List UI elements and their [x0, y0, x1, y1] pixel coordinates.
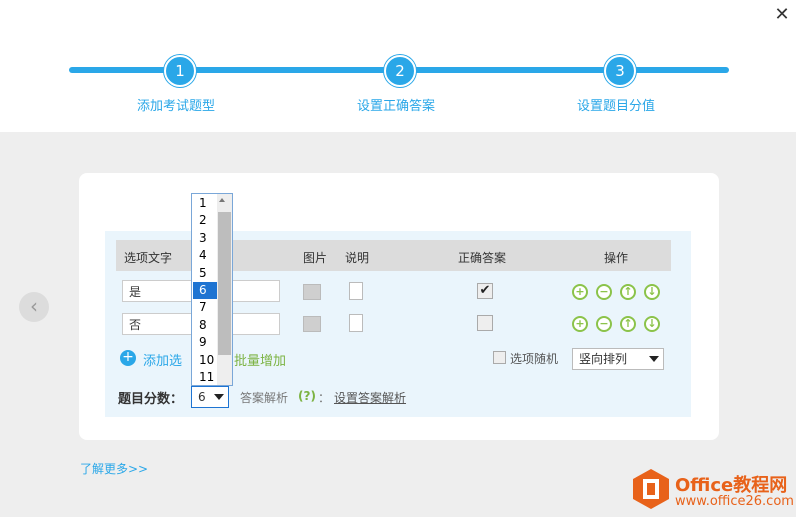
move-up-icon[interactable]: ↑ — [620, 284, 636, 300]
score-select-value: 6 — [198, 390, 206, 404]
random-label: 选项随机 — [510, 352, 559, 366]
batch-add-link[interactable]: 批量增加 — [234, 350, 286, 369]
help-icon[interactable]: (?) — [298, 389, 316, 403]
dropdown-option[interactable]: 2 — [193, 212, 217, 229]
dropdown-option[interactable]: 8 — [193, 317, 217, 334]
plus-circle-icon[interactable]: + — [120, 350, 136, 366]
image-icon[interactable] — [303, 316, 321, 332]
correct-checkbox-2[interactable] — [477, 315, 493, 331]
scroll-up-icon[interactable] — [219, 198, 225, 202]
score-label: 题目分数： — [118, 392, 184, 407]
chevron-down-icon — [649, 356, 659, 362]
step-3-label: 设置题目分值 — [577, 99, 656, 114]
remove-icon[interactable]: − — [596, 316, 612, 332]
remove-icon[interactable]: − — [596, 284, 612, 300]
wizard-header: ✕ 1 添加考试题型 2 设置正确答案 3 设置题目分值 — [0, 0, 796, 132]
step-1-circle: 1 — [164, 55, 196, 87]
move-down-icon[interactable]: ↓ — [644, 284, 660, 300]
analysis-colon: ： — [318, 391, 331, 405]
dropdown-option[interactable]: 6 — [193, 282, 217, 299]
header-note: 说明 — [345, 251, 370, 265]
header-actions: 操作 — [604, 251, 629, 265]
add-option-link[interactable]: 添加选 — [143, 350, 182, 369]
move-down-icon[interactable]: ↓ — [644, 316, 660, 332]
step-2-circle: 2 — [384, 55, 416, 87]
logo-url: www.office26.com — [675, 494, 794, 509]
learn-more-link[interactable]: 了解更多>> — [80, 460, 148, 477]
dropdown-option[interactable]: 4 — [193, 247, 217, 264]
dropdown-option[interactable]: 11 — [193, 369, 217, 385]
office-logo-icon — [633, 469, 669, 509]
header-option-text: 选项文字 — [124, 251, 173, 265]
add-icon[interactable]: + — [572, 316, 588, 332]
set-analysis-link[interactable]: 设置答案解析 — [334, 389, 406, 406]
move-up-icon[interactable]: ↑ — [620, 316, 636, 332]
score-select[interactable]: 6 — [191, 386, 229, 408]
image-icon[interactable] — [303, 284, 321, 300]
chevron-left-icon[interactable]: ‹ — [19, 292, 49, 322]
close-icon[interactable]: ✕ — [772, 6, 792, 26]
document-icon[interactable] — [349, 314, 363, 332]
order-select[interactable]: 竖向排列 — [572, 348, 664, 370]
dropdown-option[interactable]: 1 — [193, 195, 217, 212]
dropdown-option[interactable]: 3 — [193, 230, 217, 247]
random-checkbox[interactable] — [493, 351, 506, 364]
chevron-down-icon — [214, 394, 224, 400]
order-select-value: 竖向排列 — [579, 352, 628, 366]
dropdown-option[interactable]: 7 — [193, 299, 217, 316]
header-correct: 正确答案 — [458, 251, 507, 265]
score-dropdown-list[interactable]: 1 2 3 4 5 6 7 8 9 10 11 — [191, 193, 233, 386]
dropdown-option[interactable]: 5 — [193, 265, 217, 282]
dropdown-option[interactable]: 9 — [193, 334, 217, 351]
correct-checkbox-1[interactable]: ✔ — [477, 283, 493, 299]
add-icon[interactable]: + — [572, 284, 588, 300]
dropdown-option[interactable]: 10 — [193, 352, 217, 369]
document-icon[interactable] — [349, 282, 363, 300]
step-2-label: 设置正确答案 — [357, 99, 436, 114]
step-1-label: 添加考试题型 — [137, 99, 216, 114]
step-3-circle: 3 — [604, 55, 636, 87]
scrollbar-thumb[interactable] — [218, 212, 231, 355]
analysis-label: 答案解析 — [240, 391, 289, 405]
header-image: 图片 — [303, 251, 328, 265]
